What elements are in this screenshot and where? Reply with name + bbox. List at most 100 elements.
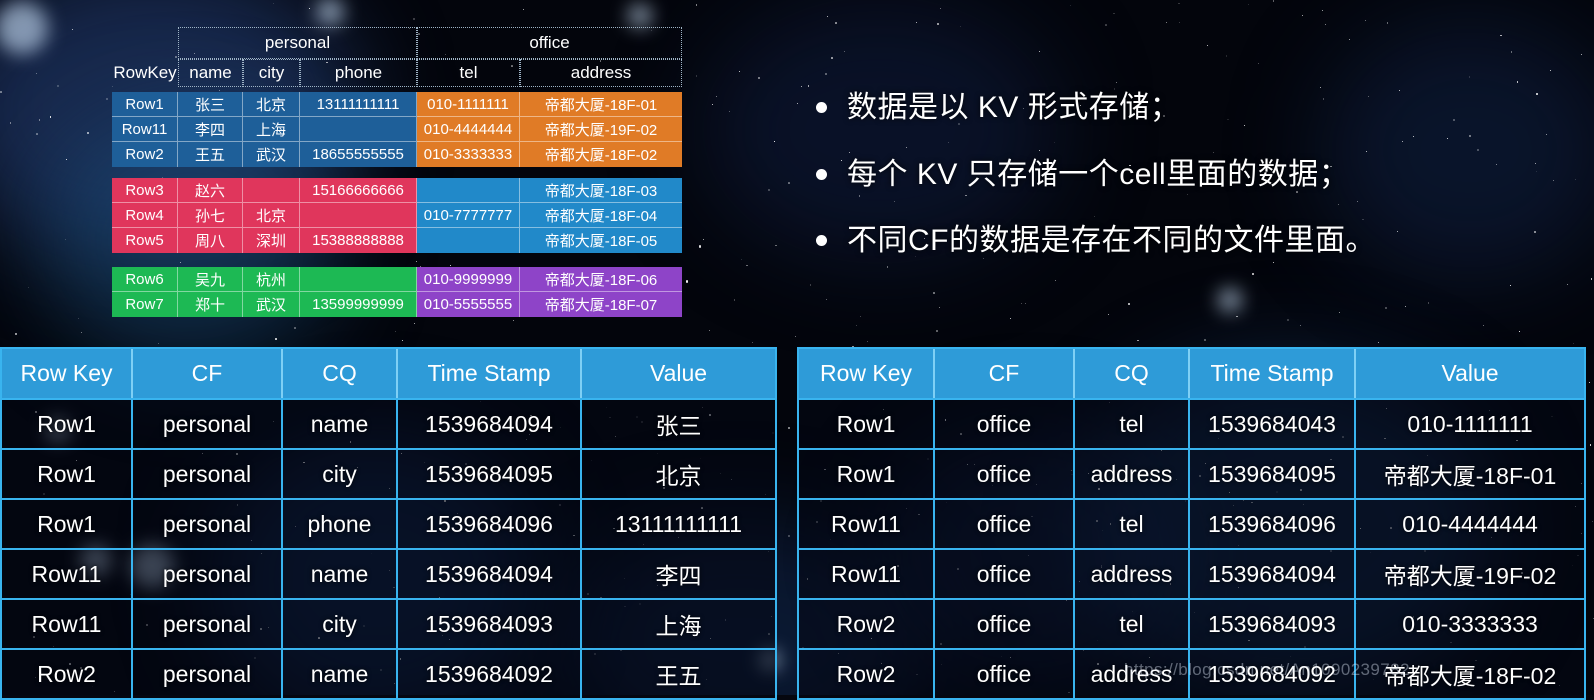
kv-cell: 1539684095	[398, 450, 582, 498]
matrix-cell-city: 武汉	[243, 142, 300, 167]
matrix-cell-tel: 010-9999999	[417, 267, 520, 292]
matrix-cell-text: 15166666666	[312, 181, 404, 199]
kv-header-text: Row Key	[20, 360, 113, 386]
matrix-cell-tel	[417, 178, 520, 203]
matrix-cell-tel: 010-3333333	[417, 142, 520, 167]
kv-table-row[interactable]: Row11 personal city 1539684093 上海	[2, 598, 775, 648]
kv-cell-text: personal	[162, 510, 252, 537]
kv-cell: 1539684093	[398, 600, 582, 648]
matrix-cell-city: 上海	[243, 117, 300, 142]
kv-cell: 李四	[582, 550, 775, 598]
kv-table-row[interactable]: Row2 office tel 1539684093 010-3333333	[799, 598, 1584, 648]
kv-cell: 帝都大厦-19F-02	[1356, 550, 1584, 598]
matrix-cell-text: 13111111111	[316, 95, 400, 113]
matrix-cell-phone: 15166666666	[300, 178, 417, 203]
matrix-cell-text: 李四	[194, 121, 225, 139]
kv-column-header-row-key[interactable]: Row Key	[799, 349, 935, 398]
kv-cell: Row1	[2, 400, 133, 448]
kv-cell: 帝都大厦-18F-01	[1356, 450, 1584, 498]
matrix-cell-text: 帝都大厦-18F-04	[544, 207, 658, 225]
kv-column-header-cq[interactable]: CQ	[1075, 349, 1190, 398]
kv-cell-text: 上海	[655, 613, 702, 639]
kv-column-header-cq[interactable]: CQ	[283, 349, 398, 398]
kv-cell-text: address	[1090, 660, 1173, 687]
kv-column-header-cf[interactable]: CF	[133, 349, 283, 398]
matrix-rowkey-label: RowKey	[113, 63, 177, 82]
kv-cell: Row1	[799, 400, 935, 448]
kv-cell-text: 010-4444444	[1402, 510, 1538, 537]
matrix-cell-text: 010-9999999	[423, 270, 513, 288]
matrix-cell-text: 上海	[255, 121, 286, 139]
kv-column-header-cf[interactable]: CF	[935, 349, 1075, 398]
matrix-cell-phone: 13111111111	[300, 92, 417, 117]
bullet-dot-icon	[816, 102, 827, 113]
kv-cell-text: office	[976, 410, 1032, 437]
kv-cell-text: name	[310, 410, 369, 437]
matrix-cell-text: 帝都大厦-18F-05	[544, 233, 658, 250]
kv-cell: Row2	[799, 600, 935, 648]
matrix-cell-text: 010-3333333	[423, 146, 513, 163]
kv-header-text: CQ	[322, 360, 357, 386]
kv-table-row[interactable]: Row1 office tel 1539684043 010-1111111	[799, 398, 1584, 448]
kv-cell-text: 北京	[655, 463, 702, 489]
matrix-cell-phone	[300, 267, 417, 292]
matrix-cell-text: 王五	[194, 147, 225, 164]
kv-column-header-value[interactable]: Value	[582, 349, 775, 398]
matrix-cell-city	[243, 178, 300, 203]
kv-cell-text: 1539684095	[425, 460, 553, 487]
matrix-cell-address: 帝都大厦-18F-04	[520, 203, 682, 228]
matrix-cell-tel: 010-1111111	[417, 92, 520, 117]
kv-cell: tel	[1075, 500, 1190, 548]
matrix-cf-label: personal	[264, 33, 331, 52]
matrix-cq-header-city: city	[243, 59, 300, 87]
matrix-cell-phone: 18655555555	[300, 142, 417, 167]
kv-cell: 1539684092	[1190, 650, 1356, 698]
kv-table-row[interactable]: Row11 personal name 1539684094 李四	[2, 548, 775, 598]
kv-cell: 13111111111	[582, 500, 775, 548]
kv-cell: 010-4444444	[1356, 500, 1584, 548]
kv-cell-text: 1539684093	[1208, 610, 1336, 637]
kv-cell: office	[935, 500, 1075, 548]
matrix-cell-rowkey: Row1	[112, 92, 178, 117]
bullet-text: 数据是以 KV 形式存储；	[847, 91, 1181, 124]
matrix-cell-text: 010-7777777	[423, 206, 513, 224]
matrix-cell-text: 郑十	[194, 297, 225, 314]
kv-table-row[interactable]: Row1 office address 1539684095 帝都大厦-18F-01	[799, 448, 1584, 498]
kv-cell-text: address	[1090, 460, 1173, 487]
matrix-cell-name: 吴九	[178, 267, 243, 292]
matrix-cell-text: 帝都大厦-18F-06	[544, 271, 658, 289]
kv-table-row[interactable]: Row11 office tel 1539684096 010-4444444	[799, 498, 1584, 548]
kv-cell: 帝都大厦-18F-02	[1356, 650, 1584, 698]
kv-header-text: CF	[191, 360, 223, 386]
matrix-cell-tel: 010-5555555	[417, 292, 520, 317]
kv-table-row[interactable]: Row1 personal phone 1539684096 13111111111	[2, 498, 775, 548]
kv-table-row[interactable]: Row1 personal name 1539684094 张三	[2, 398, 775, 448]
kv-cell: Row1	[2, 450, 133, 498]
kv-cell-text: address	[1090, 560, 1173, 587]
kv-column-header-value[interactable]: Value	[1356, 349, 1584, 398]
kv-column-header-row-key[interactable]: Row Key	[2, 349, 133, 398]
kv-column-header-time-stamp[interactable]: Time Stamp	[398, 349, 582, 398]
matrix-cell-text: Row6	[125, 270, 164, 288]
kv-cell: Row2	[2, 650, 133, 698]
kv-cell-text: Row1	[37, 510, 96, 537]
kv-table-row[interactable]: Row2 personal name 1539684092 王五	[2, 648, 775, 698]
kv-table-row[interactable]: Row1 personal city 1539684095 北京	[2, 448, 775, 498]
kv-table-row[interactable]: Row2 office address 1539684092 帝都大厦-18F-02	[799, 648, 1584, 698]
kv-cell: Row11	[799, 500, 935, 548]
kv-cell-text: 1539684092	[1208, 660, 1336, 687]
kv-header-text: Value	[649, 360, 708, 386]
kv-cell: 1539684043	[1190, 400, 1356, 448]
kv-cell: Row1	[2, 500, 133, 548]
kv-cell-text: name	[310, 660, 369, 687]
kv-column-header-time-stamp[interactable]: Time Stamp	[1190, 349, 1356, 398]
matrix-cell-city: 武汉	[243, 292, 300, 317]
kv-cell: address	[1075, 550, 1190, 598]
matrix-cq-label: address	[570, 63, 632, 82]
matrix-cell-text: 帝都大厦-19F-02	[544, 121, 658, 139]
kv-cell-text: personal	[162, 410, 252, 437]
matrix-cell-text: 吴九	[194, 271, 225, 289]
kv-cell-text: office	[976, 660, 1032, 687]
matrix-cell-text: 武汉	[255, 297, 286, 314]
kv-table-row[interactable]: Row11 office address 1539684094 帝都大厦-19F-02	[799, 548, 1584, 598]
